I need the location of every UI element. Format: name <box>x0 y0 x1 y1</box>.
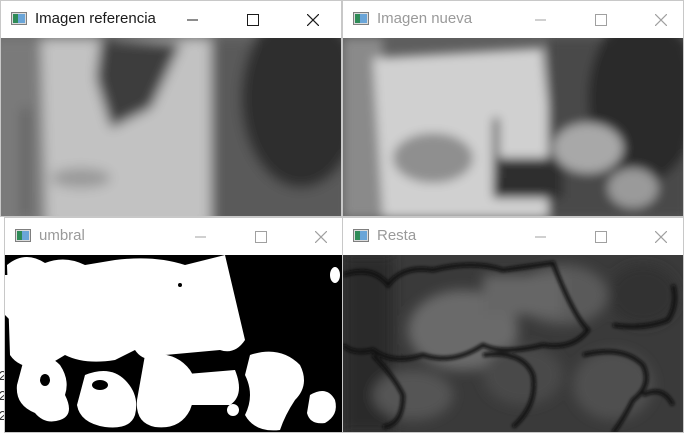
window-title: umbral <box>39 227 85 244</box>
close-button[interactable] <box>637 1 683 37</box>
close-button[interactable] <box>637 218 683 254</box>
maximize-icon <box>595 14 607 26</box>
maximize-icon <box>255 231 267 243</box>
close-icon <box>655 14 667 26</box>
opencv-window-icon <box>15 229 31 242</box>
window-title: Resta <box>377 227 417 244</box>
opencv-window-icon <box>353 12 369 25</box>
title-bar[interactable]: Imagen referencia <box>1 1 341 37</box>
maximize-icon <box>595 231 607 243</box>
image-view <box>343 38 683 216</box>
maximize-button[interactable] <box>577 1 623 37</box>
minimize-button[interactable] <box>177 218 223 254</box>
minimize-icon <box>535 19 546 21</box>
window-umbral[interactable]: umbral <box>4 217 346 433</box>
window-title: Imagen referencia <box>35 10 156 27</box>
new-image <box>343 38 683 216</box>
title-bar[interactable]: Imagen nueva <box>343 1 683 37</box>
reference-image <box>1 38 341 216</box>
image-view <box>1 38 341 216</box>
window-imagen-nueva[interactable]: Imagen nueva <box>342 0 684 217</box>
window-title: Imagen nueva <box>377 10 473 27</box>
window-imagen-referencia[interactable]: Imagen referencia <box>0 0 342 217</box>
title-bar[interactable]: umbral <box>5 218 345 254</box>
image-view <box>5 255 345 432</box>
difference-image <box>343 255 683 432</box>
minimize-button[interactable] <box>517 1 563 37</box>
maximize-button[interactable] <box>237 218 283 254</box>
opencv-window-icon <box>353 229 369 242</box>
maximize-icon <box>247 14 259 26</box>
minimize-button[interactable] <box>169 1 215 37</box>
minimize-icon <box>187 19 198 21</box>
image-view <box>343 255 683 432</box>
threshold-image <box>5 255 345 432</box>
minimize-icon <box>195 236 206 238</box>
maximize-button[interactable] <box>229 1 275 37</box>
maximize-button[interactable] <box>577 218 623 254</box>
title-bar[interactable]: Resta <box>343 218 683 254</box>
close-button[interactable] <box>289 1 335 37</box>
window-resta[interactable]: Resta <box>342 217 684 433</box>
close-icon <box>307 14 319 26</box>
minimize-icon <box>535 236 546 238</box>
minimize-button[interactable] <box>517 218 563 254</box>
close-icon <box>655 231 667 243</box>
close-button[interactable] <box>297 218 343 254</box>
opencv-window-icon <box>11 12 27 25</box>
close-icon <box>315 231 327 243</box>
